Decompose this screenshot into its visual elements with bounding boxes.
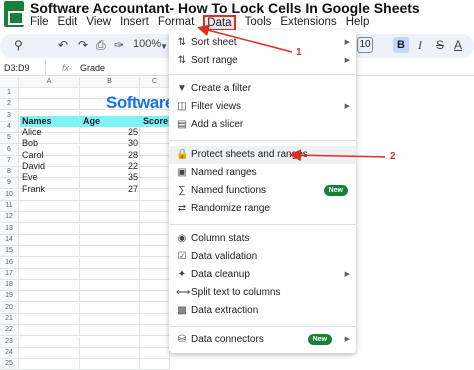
annotation-arrows: [197, 24, 386, 162]
annotation-arrow-1: [197, 24, 293, 53]
annotation-label-1: 1: [296, 47, 302, 58]
annotation-label-2: 2: [390, 151, 396, 162]
annotation-arrow-2: [289, 149, 386, 162]
